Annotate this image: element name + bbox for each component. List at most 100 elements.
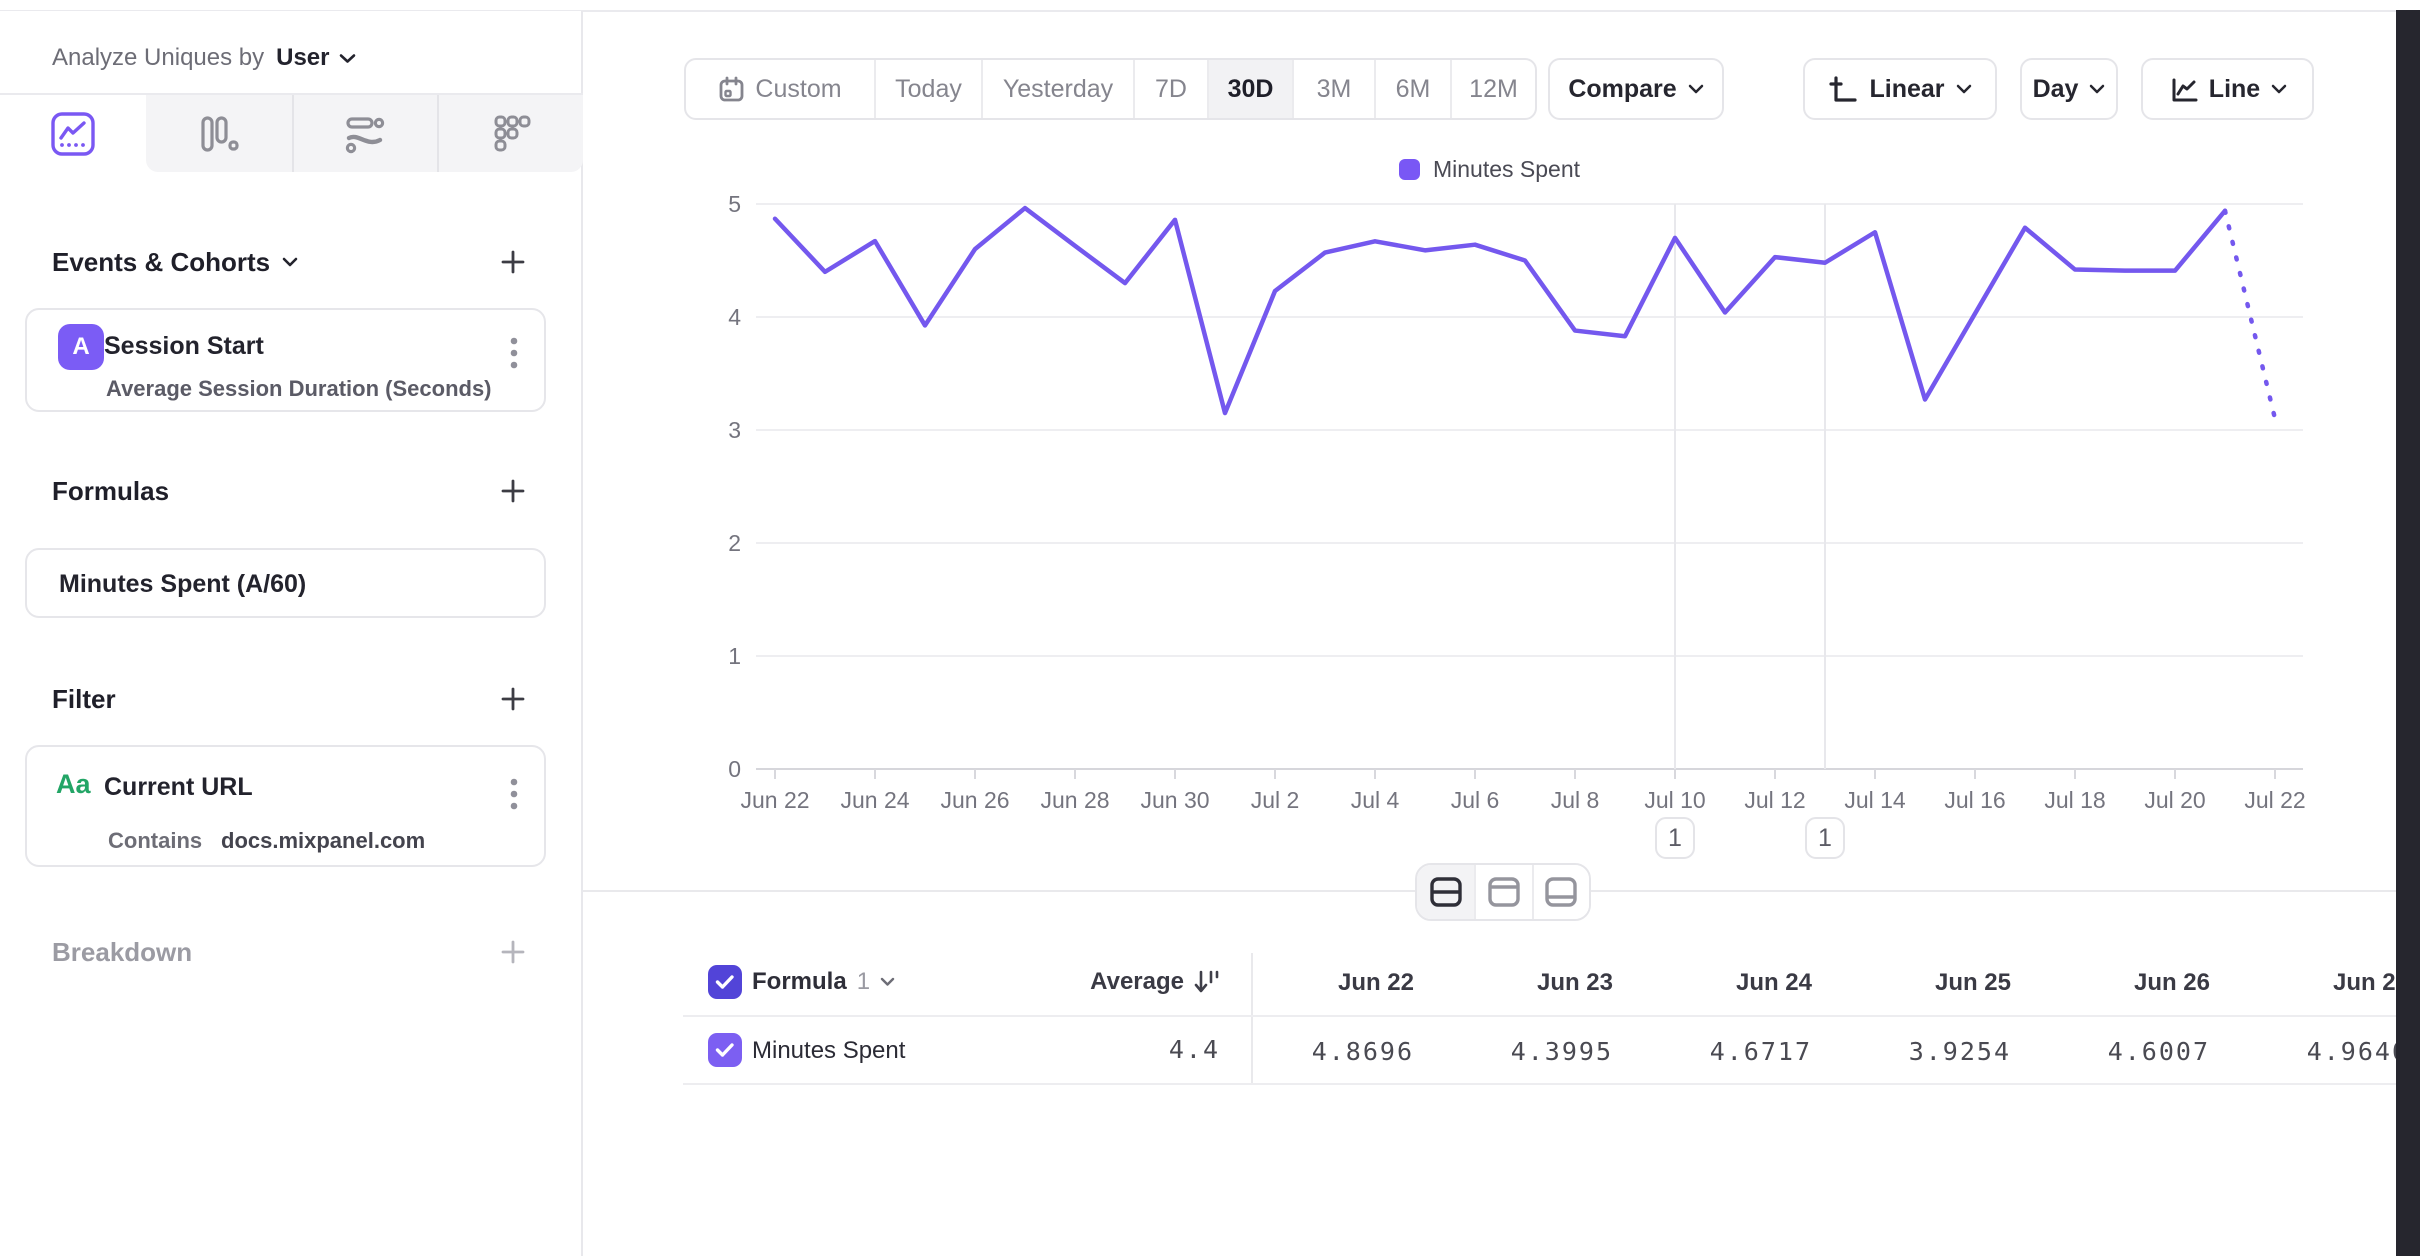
filter-card-current-url[interactable]: Aa Current URL Contains docs.mixpanel.co… (25, 745, 546, 867)
split-view-button[interactable] (1417, 865, 1474, 919)
series-value-cell: 4.6717 (1642, 1037, 1812, 1066)
split-view-icon (1428, 876, 1464, 908)
chevron-down-icon (2089, 84, 2105, 94)
checkbox-check-icon (715, 974, 735, 990)
axis-tick-label: Jun 30 (1140, 787, 1209, 813)
kebab-menu-icon (510, 777, 518, 811)
chevron-down-icon (1956, 84, 1972, 94)
series-average-value: 4.4 (960, 1035, 1220, 1064)
formula-group-checkbox[interactable] (708, 965, 742, 999)
tab-bar-chart[interactable] (146, 95, 292, 172)
chart-only-icon (1486, 876, 1522, 908)
chart-type-label: Line (2209, 75, 2260, 104)
formula-group-header[interactable]: Formula 1 (752, 949, 895, 1015)
line-type-icon (2168, 74, 2198, 104)
axis-tick-label: Jun 22 (740, 787, 809, 813)
annotation-count: 1 (1668, 824, 1682, 852)
range-label: 30D (1228, 75, 1274, 104)
date-column-header[interactable]: Jun 25 (1841, 969, 2011, 997)
filter-label: Filter (52, 684, 116, 715)
axis-tick-label: Jul 2 (1251, 787, 1300, 813)
results-table: Formula 1 Average Minutes Spent 4.4 Jun … (583, 949, 2420, 1109)
axis-tick-label: Jul 20 (2144, 787, 2205, 813)
filter-value[interactable]: docs.mixpanel.com (221, 828, 425, 854)
event-card-session-start[interactable]: A Session Start Average Session Duration… (25, 308, 546, 412)
axis-tick-label: Jun 26 (940, 787, 1009, 813)
table-row-divider (683, 1083, 2407, 1085)
range-today[interactable]: Today (874, 60, 981, 118)
range-12m[interactable]: 12M (1450, 60, 1535, 118)
range-label: 7D (1155, 75, 1187, 104)
filter-operator[interactable]: Contains (108, 828, 202, 854)
date-column-header[interactable]: Jun 23 (1443, 969, 1613, 997)
average-column-header[interactable]: Average (960, 964, 1220, 1000)
scale-dropdown[interactable]: Linear (1803, 58, 1997, 120)
date-column-header[interactable]: Jun 26 (2040, 969, 2210, 997)
event-options-menu[interactable] (506, 332, 522, 377)
average-label: Average (1090, 968, 1184, 996)
chart-type-dropdown[interactable]: Line (2141, 58, 2314, 120)
add-event-button[interactable] (491, 240, 535, 284)
add-breakdown-button[interactable] (491, 930, 535, 974)
filter-section-header: Filter (52, 664, 535, 734)
axis-tick-label: 1 (728, 643, 741, 669)
chevron-down-icon (880, 977, 895, 987)
granularity-dropdown[interactable]: Day (2020, 58, 2118, 120)
chart-only-button[interactable] (1474, 865, 1531, 919)
axis-tick-label: Jun 28 (1040, 787, 1109, 813)
events-cohorts-section-header: Events & Cohorts (52, 227, 535, 297)
range-7d[interactable]: 7D (1133, 60, 1207, 118)
mixpanel-insights-report: Analyze Uniques by User (0, 0, 2420, 1256)
plus-icon (499, 248, 527, 276)
range-30d[interactable]: 30D (1207, 60, 1292, 118)
range-label: 6M (1396, 75, 1431, 104)
bar-chart-tab-icon (196, 111, 242, 157)
analyze-entity-value: User (276, 44, 329, 72)
date-column-header[interactable]: Jun 24 (1642, 969, 1812, 997)
linear-scale-icon (1828, 74, 1858, 104)
tab-metrics[interactable] (437, 95, 583, 172)
chevron-down-icon (2271, 84, 2287, 94)
calendar-icon (718, 76, 745, 103)
tab-flow[interactable] (292, 95, 438, 172)
granularity-label: Day (2033, 75, 2079, 104)
axis-tick-label: 2 (728, 530, 741, 556)
event-aggregation[interactable]: Average Session Duration (Seconds) (106, 376, 492, 402)
axis-tick-label: Jul 12 (1744, 787, 1805, 813)
plus-icon (499, 685, 527, 713)
breakdown-title: Breakdown (52, 937, 192, 968)
axis-tick-label: 4 (728, 304, 741, 330)
date-range-selector: CustomToday Yesterday 7D 30D 3M 6M 12M (684, 58, 1537, 120)
chevron-down-icon (1688, 84, 1704, 94)
range-custom[interactable]: Custom (686, 60, 874, 118)
add-filter-button[interactable] (491, 677, 535, 721)
series-value-cell: 4.6007 (2040, 1037, 2210, 1066)
date-column-header[interactable]: Jun 27 (2239, 969, 2409, 997)
range-6m[interactable]: 6M (1374, 60, 1450, 118)
sort-descending-icon (1193, 968, 1220, 996)
filter-options-menu[interactable] (506, 773, 522, 818)
text-property-icon: Aa (56, 769, 91, 800)
axis-tick-label: Jul 14 (1844, 787, 1906, 813)
view-layout-toggle (1415, 863, 1591, 921)
table-only-icon (1543, 876, 1579, 908)
series-line-incomplete-segment (2225, 211, 2275, 419)
event-letter-badge: A (58, 324, 104, 370)
events-cohorts-title[interactable]: Events & Cohorts (52, 247, 298, 278)
formulas-label: Formulas (52, 476, 169, 507)
range-yesterday[interactable]: Yesterday (981, 60, 1133, 118)
series-row-checkbox[interactable] (708, 1033, 742, 1067)
compare-button[interactable]: Compare (1548, 58, 1724, 120)
analyze-entity-dropdown[interactable]: User (276, 44, 355, 72)
formulas-title: Formulas (52, 476, 169, 507)
axis-tick-label: Jul 4 (1351, 787, 1400, 813)
range-3m[interactable]: 3M (1292, 60, 1374, 118)
add-formula-button[interactable] (491, 469, 535, 513)
date-column-header[interactable]: Jun 22 (1244, 969, 1414, 997)
range-label: Yesterday (1003, 75, 1113, 104)
tab-insights-line-selected[interactable] (0, 95, 146, 172)
formula-card[interactable]: Minutes Spent (A/60) (25, 548, 546, 618)
analyze-uniques-label: Analyze Uniques by (52, 44, 264, 72)
formula-name: Minutes Spent (A/60) (59, 570, 306, 599)
table-only-button[interactable] (1532, 865, 1589, 919)
